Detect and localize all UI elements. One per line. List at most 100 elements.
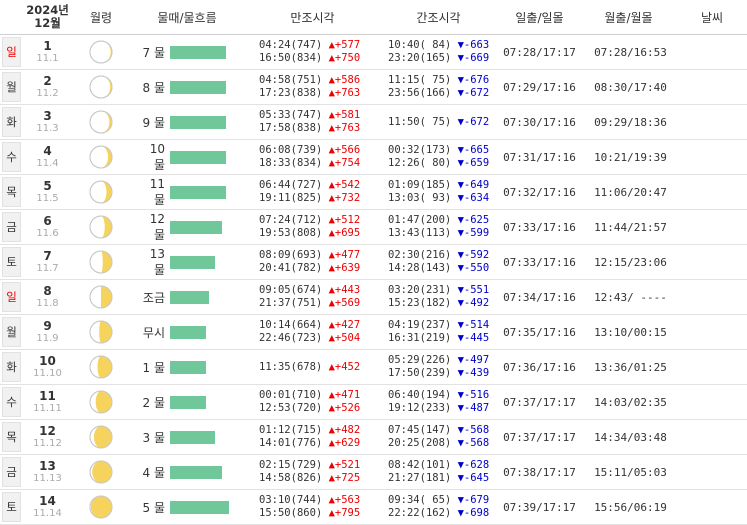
water-cell: 7 물 <box>127 34 247 70</box>
moon-phase-cell <box>75 209 127 245</box>
weekday-cell: 일 <box>0 34 21 70</box>
water-cell: 13 물 <box>127 244 247 280</box>
weather-cell <box>677 384 747 420</box>
low-tide-entry: 07:45(147) ▼-568 <box>388 424 490 436</box>
moonrise-cell: 11:06/20:47 <box>580 174 677 210</box>
moonrise-cell: 12:15/23:06 <box>580 244 677 280</box>
moon-phase-icon <box>75 495 127 519</box>
moon-phase-icon <box>75 425 127 449</box>
low-tide-entry: 17:50(239) ▼-439 <box>388 367 490 379</box>
weekday-label: 화 <box>2 352 21 382</box>
moonrise-cell: 13:36/01:25 <box>580 349 677 385</box>
high-tide-entry: 11:35(678) ▲+452 <box>259 360 361 373</box>
low-tide-cell: 01:47(200) ▼-625 13:43(113) ▼-599 <box>378 209 499 245</box>
lunar-date: 11.3 <box>36 122 59 134</box>
table-row: 목 5 11.5 11 물 06:44(727) ▲+542 19:11(825)… <box>0 174 747 210</box>
lunar-date: 11.6 <box>36 227 59 239</box>
high-tide-entry: 14:58(826) ▲+725 <box>259 472 361 484</box>
solar-day: 14 <box>39 493 56 508</box>
sun-cell: 07:30/17:16 <box>499 104 580 140</box>
mul-label: 12 물 <box>149 211 165 242</box>
weather-cell <box>677 349 747 385</box>
low-tide-cell: 01:09(185) ▼-649 13:03( 93) ▼-634 <box>378 174 499 210</box>
moonrise-cell: 07:28/16:53 <box>580 34 677 70</box>
mul-label: 2 물 <box>142 395 166 410</box>
flow-bar <box>170 500 229 514</box>
water-cell: 1 물 <box>127 349 247 385</box>
low-tide-entry: 21:27(181) ▼-645 <box>388 472 490 484</box>
low-tide-entry: 23:20(165) ▼-669 <box>388 52 490 64</box>
moon-phase-cell <box>75 34 127 70</box>
low-tide-cell: 07:45(147) ▼-568 20:25(208) ▼-568 <box>378 419 499 455</box>
date-cell: 10 11.10 <box>20 349 75 385</box>
high-tide-entry: 09:05(674) ▲+443 <box>259 284 361 296</box>
high-tide-entry: 18:33(834) ▲+754 <box>259 157 361 169</box>
moonrise-cell: 10:21/19:39 <box>580 139 677 175</box>
moonrise-cell: 08:30/17:40 <box>580 69 677 105</box>
weather-cell <box>677 314 747 350</box>
high-tide-cell: 09:05(674) ▲+443 21:37(751) ▲+569 <box>247 279 378 315</box>
mul-label: 8 물 <box>142 80 166 95</box>
sun-cell: 07:37/17:17 <box>499 419 580 455</box>
moon-phase-cell <box>75 279 127 315</box>
moon-phase-icon <box>75 40 127 64</box>
weekday-cell: 일 <box>0 279 21 315</box>
low-tide-entry: 23:56(166) ▼-672 <box>388 87 490 99</box>
sun-cell: 07:33/17:16 <box>499 209 580 245</box>
low-tide-entry: 22:22(162) ▼-698 <box>388 507 490 519</box>
header-weather: 날씨 <box>677 0 747 35</box>
weekday-cell: 토 <box>0 489 21 525</box>
weekday-cell: 금 <box>0 454 21 490</box>
header-high-tide: 만조시각 <box>247 0 378 35</box>
date-cell: 8 11.8 <box>20 279 75 315</box>
table-row: 수 4 11.4 10 물 06:08(739) ▲+566 18:33(834)… <box>0 139 747 175</box>
moon-phase-icon <box>75 355 127 379</box>
weekday-cell: 수 <box>0 384 21 420</box>
tide-table: 2024년 12월 월령 물때/물흐름 만조시각 간조시각 일출/일몰 월출/월… <box>0 0 747 525</box>
header-moon: 월출/월몰 <box>580 0 677 35</box>
weekday-label: 토 <box>2 247 21 277</box>
low-tide-cell: 06:40(194) ▼-516 19:12(233) ▼-487 <box>378 384 499 420</box>
moon-phase-cell <box>75 139 127 175</box>
high-tide-entry: 02:15(729) ▲+521 <box>259 459 361 471</box>
low-tide-entry: 13:43(113) ▼-599 <box>388 227 490 239</box>
water-cell: 8 물 <box>127 69 247 105</box>
low-tide-entry: 01:09(185) ▼-649 <box>388 179 490 191</box>
weather-cell <box>677 174 747 210</box>
mul-label: 5 물 <box>142 500 166 515</box>
solar-day: 5 <box>43 178 52 193</box>
moon-phase-icon <box>75 180 127 204</box>
water-cell: 9 물 <box>127 104 247 140</box>
lunar-date: 11.13 <box>33 472 62 484</box>
mul-label: 11 물 <box>149 176 165 207</box>
moonrise-cell: 14:34/03:48 <box>580 419 677 455</box>
moon-phase-cell <box>75 69 127 105</box>
date-cell: 6 11.6 <box>20 209 75 245</box>
date-cell: 5 11.5 <box>20 174 75 210</box>
low-tide-entry: 08:42(101) ▼-628 <box>388 459 490 471</box>
mul-label: 4 물 <box>142 465 166 480</box>
mul-label: 13 물 <box>149 246 165 277</box>
flow-bar <box>170 220 222 234</box>
low-tide-entry: 16:31(219) ▼-445 <box>388 332 490 344</box>
high-tide-cell: 04:24(747) ▲+577 16:50(834) ▲+750 <box>247 34 378 70</box>
water-cell: 2 물 <box>127 384 247 420</box>
moon-phase-cell <box>75 419 127 455</box>
sun-cell: 07:36/17:16 <box>499 349 580 385</box>
moon-phase-cell <box>75 454 127 490</box>
high-tide-entry: 19:11(825) ▲+732 <box>259 192 361 204</box>
high-tide-entry: 19:53(808) ▲+695 <box>259 227 361 239</box>
weekday-cell: 목 <box>0 174 21 210</box>
low-tide-entry: 14:28(143) ▼-550 <box>388 262 490 274</box>
lunar-date: 11.1 <box>36 52 59 64</box>
low-tide-entry: 00:32(173) ▼-665 <box>388 144 490 156</box>
header-sun: 일출/일몰 <box>499 0 580 35</box>
table-row: 일 8 11.8 조금 09:05(674) ▲+443 21:37(751) ▲… <box>0 279 747 315</box>
weather-cell <box>677 139 747 175</box>
low-tide-entry: 04:19(237) ▼-514 <box>388 319 490 331</box>
weekday-label: 목 <box>2 422 21 452</box>
high-tide-cell: 06:44(727) ▲+542 19:11(825) ▲+732 <box>247 174 378 210</box>
weekday-cell: 금 <box>0 209 21 245</box>
low-tide-entry: 12:26( 80) ▼-659 <box>388 157 490 169</box>
water-cell: 무시 <box>127 314 247 350</box>
